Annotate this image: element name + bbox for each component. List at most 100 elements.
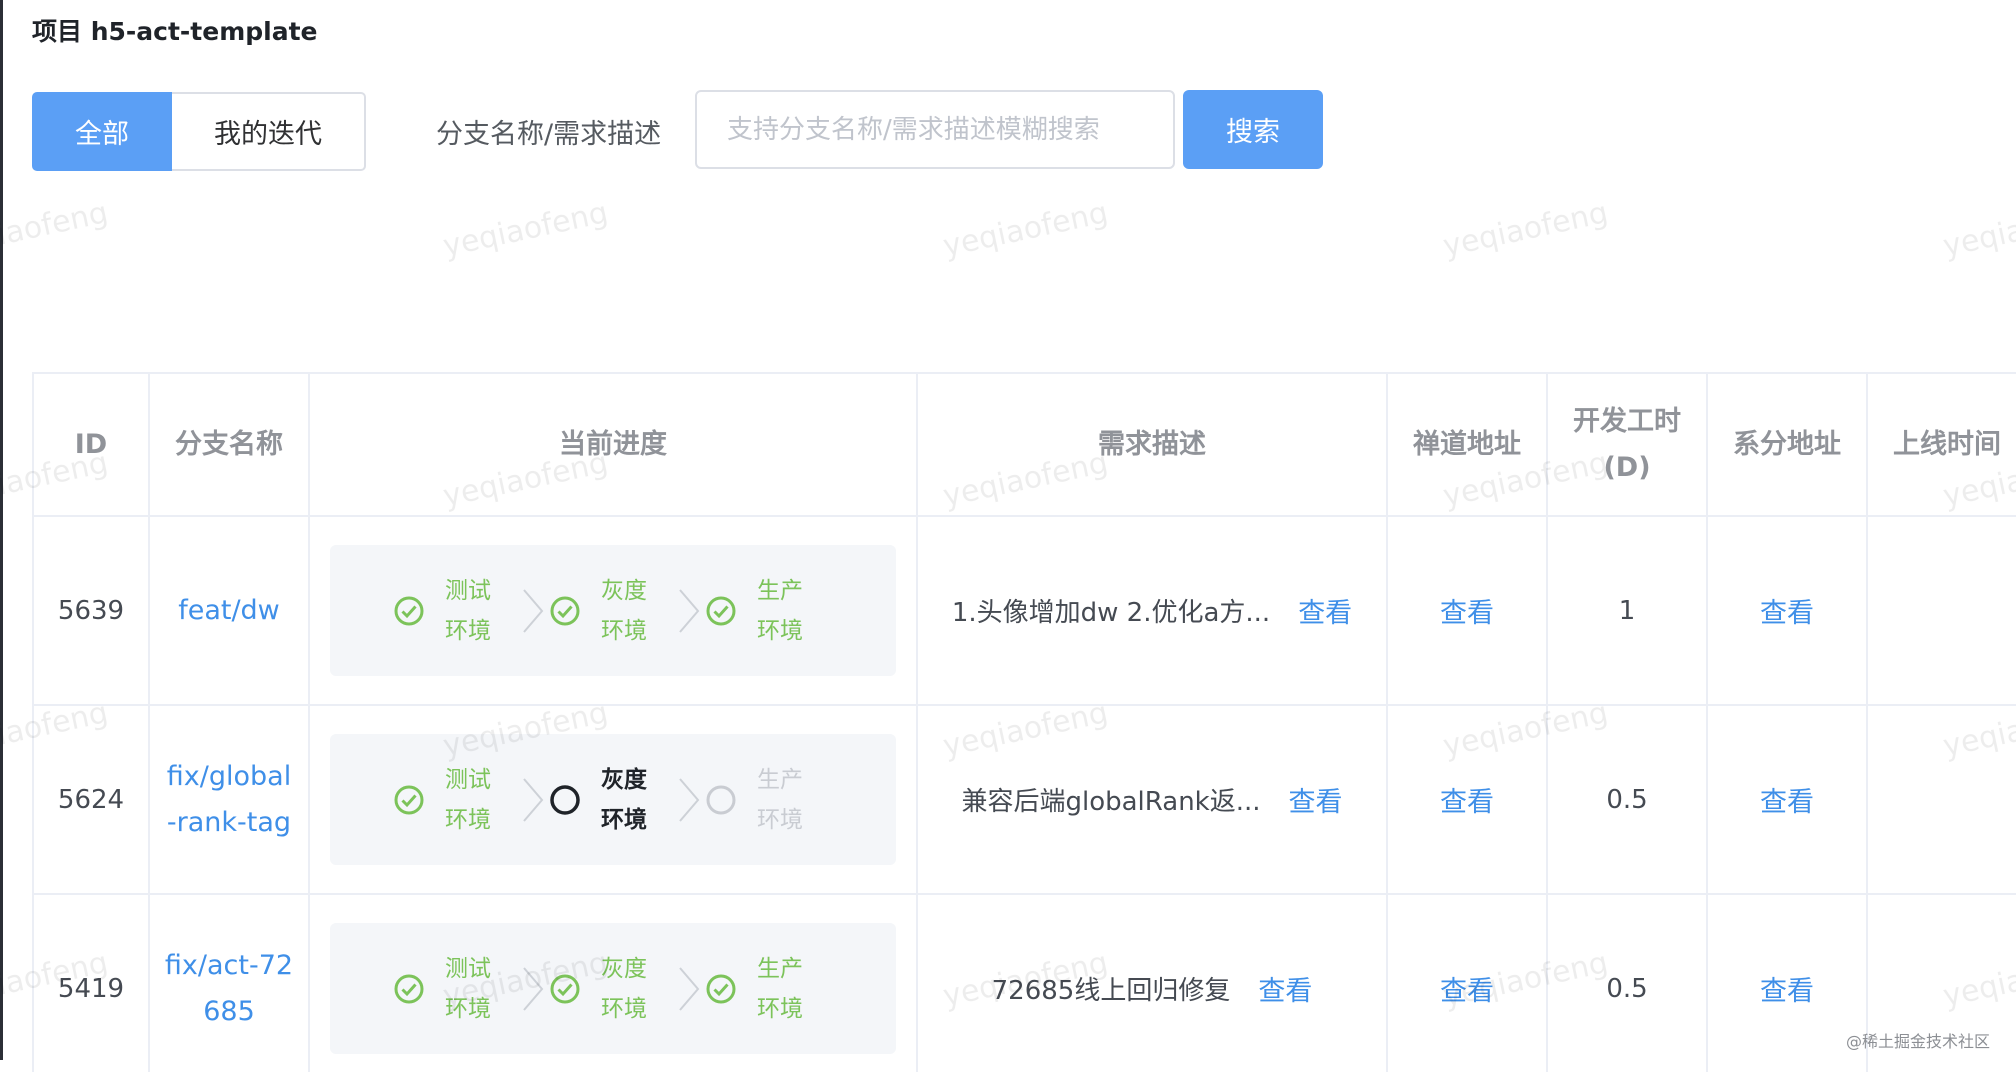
xifen-view-link[interactable]: 查看: [1760, 787, 1814, 818]
header-zentao: 禅道地址: [1386, 372, 1548, 517]
search-label: 分支名称/需求描述: [436, 119, 662, 150]
step-label: 灰度 环境: [601, 760, 647, 840]
progress-step: 测试 环境: [393, 760, 521, 840]
watermark-text: yeqiaofeng: [940, 195, 1112, 265]
step-label-line: 环境: [601, 806, 647, 833]
step-label: 灰度 环境: [601, 949, 647, 1029]
xifen-view-link[interactable]: 查看: [1760, 598, 1814, 629]
progress-steps: 测试 环境 灰度 环境 生产 环境: [330, 734, 896, 865]
tab-all[interactable]: 全部: [32, 92, 172, 171]
branch-link[interactable]: fix/act-72685: [164, 943, 294, 1035]
progress-steps: 测试 环境 灰度 环境 生产 环境: [330, 923, 896, 1054]
description-text: 72685线上回归修复: [991, 976, 1231, 1006]
check-circle-icon: [393, 595, 425, 627]
filter-tabs: 全部 我的迭代: [32, 92, 366, 171]
cell-online-time: [1866, 515, 2016, 706]
step-label-line: 生产: [757, 577, 803, 604]
step-label-line: 环境: [601, 995, 647, 1022]
zentao-view-link[interactable]: 查看: [1440, 976, 1494, 1007]
branch-link[interactable]: fix/global-rank-tag: [164, 754, 294, 846]
step-label-line: 环境: [757, 806, 803, 833]
step-label: 生产 环境: [757, 571, 803, 651]
step-label-line: 环境: [601, 617, 647, 644]
header-dev-hours: 开发工时(D): [1546, 372, 1708, 517]
check-circle-icon: [549, 973, 581, 1005]
cell-branch: fix/act-72685: [148, 893, 310, 1072]
check-circle-icon: [393, 784, 425, 816]
cell-description: 兼容后端globalRank返... 查看: [916, 704, 1388, 895]
zentao-view-link[interactable]: 查看: [1440, 787, 1494, 818]
step-label: 生产 环境: [757, 949, 803, 1029]
chevron-right-icon: [673, 583, 705, 639]
cell-branch: feat/dw: [148, 515, 310, 706]
step-label-line: 环境: [445, 806, 491, 833]
progress-step: 生产 环境: [705, 571, 833, 651]
progress-step: 测试 环境: [393, 949, 521, 1029]
cell-branch: fix/global-rank-tag: [148, 704, 310, 895]
check-circle-icon: [705, 595, 737, 627]
cell-zentao: 查看: [1386, 893, 1548, 1072]
step-label-line: 环境: [445, 995, 491, 1022]
chevron-right-icon: [517, 583, 549, 639]
progress-step: 灰度 环境: [549, 760, 677, 840]
table-header-row: ID 分支名称 当前进度 需求描述 禅道地址 开发工时(D) 系分地址 上线时间: [32, 372, 2016, 517]
cell-description: 1.头像增加dw 2.优化a方... 查看: [916, 515, 1388, 706]
table-row: 5419 fix/act-72685 测试 环境 灰度 环境 生产 环境 72685线上回归修复…: [32, 893, 2016, 1072]
cell-xifen: 查看: [1706, 704, 1868, 895]
window-edge: [0, 0, 3, 1060]
description-view-link[interactable]: 查看: [1258, 969, 1312, 1008]
step-label-line: 环境: [757, 995, 803, 1022]
cell-progress: 测试 环境 灰度 环境 生产 环境: [308, 515, 918, 706]
step-label-line: 生产: [757, 766, 803, 793]
tab-my-iterations[interactable]: 我的迭代: [172, 92, 366, 171]
header-description: 需求描述: [916, 372, 1388, 517]
step-label-line: 测试: [445, 766, 491, 793]
description-text: 1.头像增加dw 2.优化a方...: [951, 598, 1271, 628]
header-online-time: 上线时间: [1866, 372, 2016, 517]
header-branch: 分支名称: [148, 372, 310, 517]
search-input[interactable]: [695, 90, 1175, 169]
empty-circle-icon: [705, 784, 737, 816]
step-label-line: 环境: [445, 617, 491, 644]
table-row: 5639 feat/dw 测试 环境 灰度 环境 生产 环境 1.头像增加dw 2.优化a方..…: [32, 515, 2016, 706]
progress-step: 灰度 环境: [549, 571, 677, 651]
step-label-line: 测试: [445, 577, 491, 604]
watermark-text: yeqiaofeng: [0, 195, 112, 265]
step-label-line: 生产: [757, 955, 803, 982]
step-label-line: 灰度: [601, 766, 647, 793]
progress-step: 灰度 环境: [549, 949, 677, 1029]
branch-link[interactable]: feat/dw: [164, 588, 294, 634]
step-label-line: 灰度: [601, 577, 647, 604]
chevron-right-icon: [673, 772, 705, 828]
cell-zentao: 查看: [1386, 515, 1548, 706]
search-button[interactable]: 搜索: [1183, 90, 1323, 169]
step-label-line: 灰度: [601, 955, 647, 982]
cell-dev-hours: 0.5: [1546, 893, 1708, 1072]
header-id: ID: [32, 372, 150, 517]
zentao-view-link[interactable]: 查看: [1440, 598, 1494, 629]
cell-xifen: 查看: [1706, 893, 1868, 1072]
chevron-right-icon: [673, 961, 705, 1017]
step-label-line: 环境: [757, 617, 803, 644]
iteration-table: ID 分支名称 当前进度 需求描述 禅道地址 开发工时(D) 系分地址 上线时间…: [32, 372, 2016, 1072]
xifen-view-link[interactable]: 查看: [1760, 976, 1814, 1007]
cell-id: 5639: [32, 515, 150, 706]
description-view-link[interactable]: 查看: [1298, 591, 1352, 630]
cell-progress: 测试 环境 灰度 环境 生产 环境: [308, 704, 918, 895]
step-label: 生产 环境: [757, 760, 803, 840]
step-label: 灰度 环境: [601, 571, 647, 651]
step-label: 测试 环境: [445, 760, 491, 840]
current-circle-icon: [549, 784, 581, 816]
description-text: 兼容后端globalRank返...: [961, 787, 1261, 817]
chevron-right-icon: [517, 961, 549, 1017]
cell-online-time: [1866, 704, 2016, 895]
cell-id: 5419: [32, 893, 150, 1072]
check-circle-icon: [393, 973, 425, 1005]
description-view-link[interactable]: 查看: [1289, 780, 1343, 819]
check-circle-icon: [549, 595, 581, 627]
cell-id: 5624: [32, 704, 150, 895]
page-title: 项目 h5-act-template: [32, 17, 318, 46]
cell-xifen: 查看: [1706, 515, 1868, 706]
step-label-line: 测试: [445, 955, 491, 982]
watermark-text: yeqiaofeng: [440, 195, 612, 265]
